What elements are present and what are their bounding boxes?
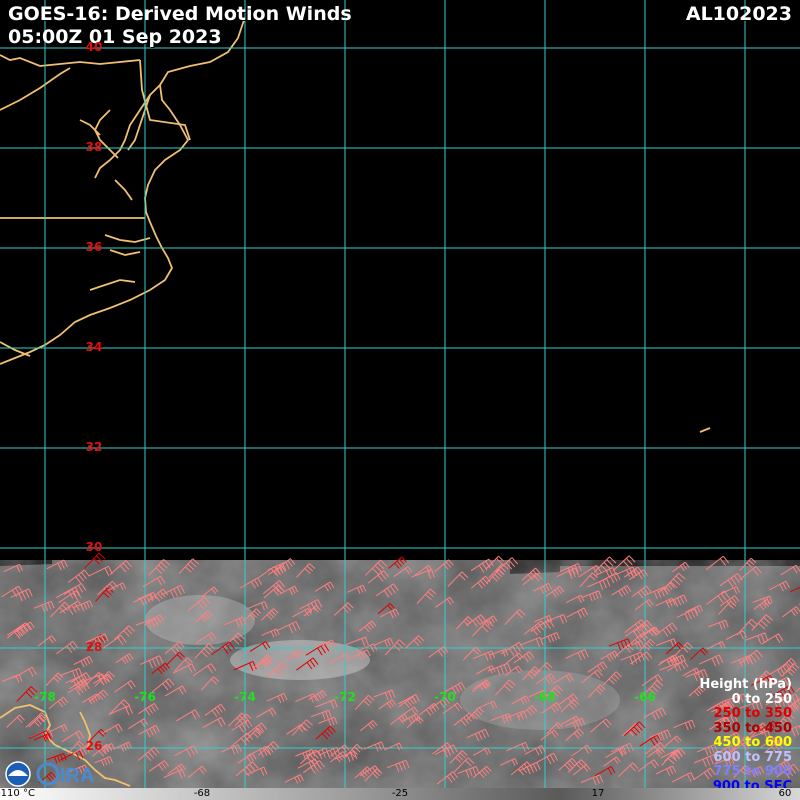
satellite-image: GOES-16: Derived Motion Winds 05:00Z 01 … xyxy=(0,0,800,800)
lon-label: -74 xyxy=(234,690,256,704)
svg-text:IRA: IRA xyxy=(60,765,94,787)
colorbar-label: 60 xyxy=(778,788,792,799)
legend-item: 600 to 775 xyxy=(713,749,792,765)
colorbar-label: 17 xyxy=(591,788,605,799)
lat-label: 40 xyxy=(85,40,103,54)
noaa-logo-icon xyxy=(5,761,31,787)
colorbar-label: -25 xyxy=(391,788,409,799)
agency-logos: IRA xyxy=(5,761,94,787)
temperature-colorbar: -110 °C -68 -25 17 60 xyxy=(0,788,800,800)
legend-item: 775 to 900 xyxy=(713,764,792,779)
lat-label: 30 xyxy=(85,540,103,554)
product-title: GOES-16: Derived Motion Winds xyxy=(8,3,352,25)
lon-label: -66 xyxy=(634,690,656,704)
storm-id: AL102023 xyxy=(685,3,792,25)
lon-label: -72 xyxy=(334,690,356,704)
legend-item: 450 to 600 xyxy=(713,735,792,750)
legend-item: 250 to 350 xyxy=(713,706,792,721)
lon-label: -78 xyxy=(34,690,56,704)
lon-label: -76 xyxy=(134,690,156,704)
cloud-field xyxy=(0,560,800,790)
cira-logo-icon: IRA xyxy=(36,762,94,787)
legend-title: Height (hPa) xyxy=(699,677,792,692)
lat-label: 34 xyxy=(85,340,103,354)
lat-label: 36 xyxy=(85,240,103,254)
lat-label: 38 xyxy=(85,140,103,154)
height-legend: Height (hPa) 0 to 250 250 to 350 350 to … xyxy=(699,677,792,794)
lat-label: 26 xyxy=(85,739,103,753)
legend-item: 350 to 450 xyxy=(713,720,792,736)
legend-item: 0 to 250 xyxy=(731,691,792,707)
lon-label: -70 xyxy=(434,690,456,704)
lat-label: 28 xyxy=(85,640,103,654)
colorbar-label: -110 °C xyxy=(0,788,35,799)
valid-time: 05:00Z 01 Sep 2023 xyxy=(8,26,222,48)
map-canvas xyxy=(0,0,800,790)
lat-label: 32 xyxy=(85,440,103,454)
colorbar-label: -68 xyxy=(193,788,211,799)
lon-label: -68 xyxy=(534,690,556,704)
